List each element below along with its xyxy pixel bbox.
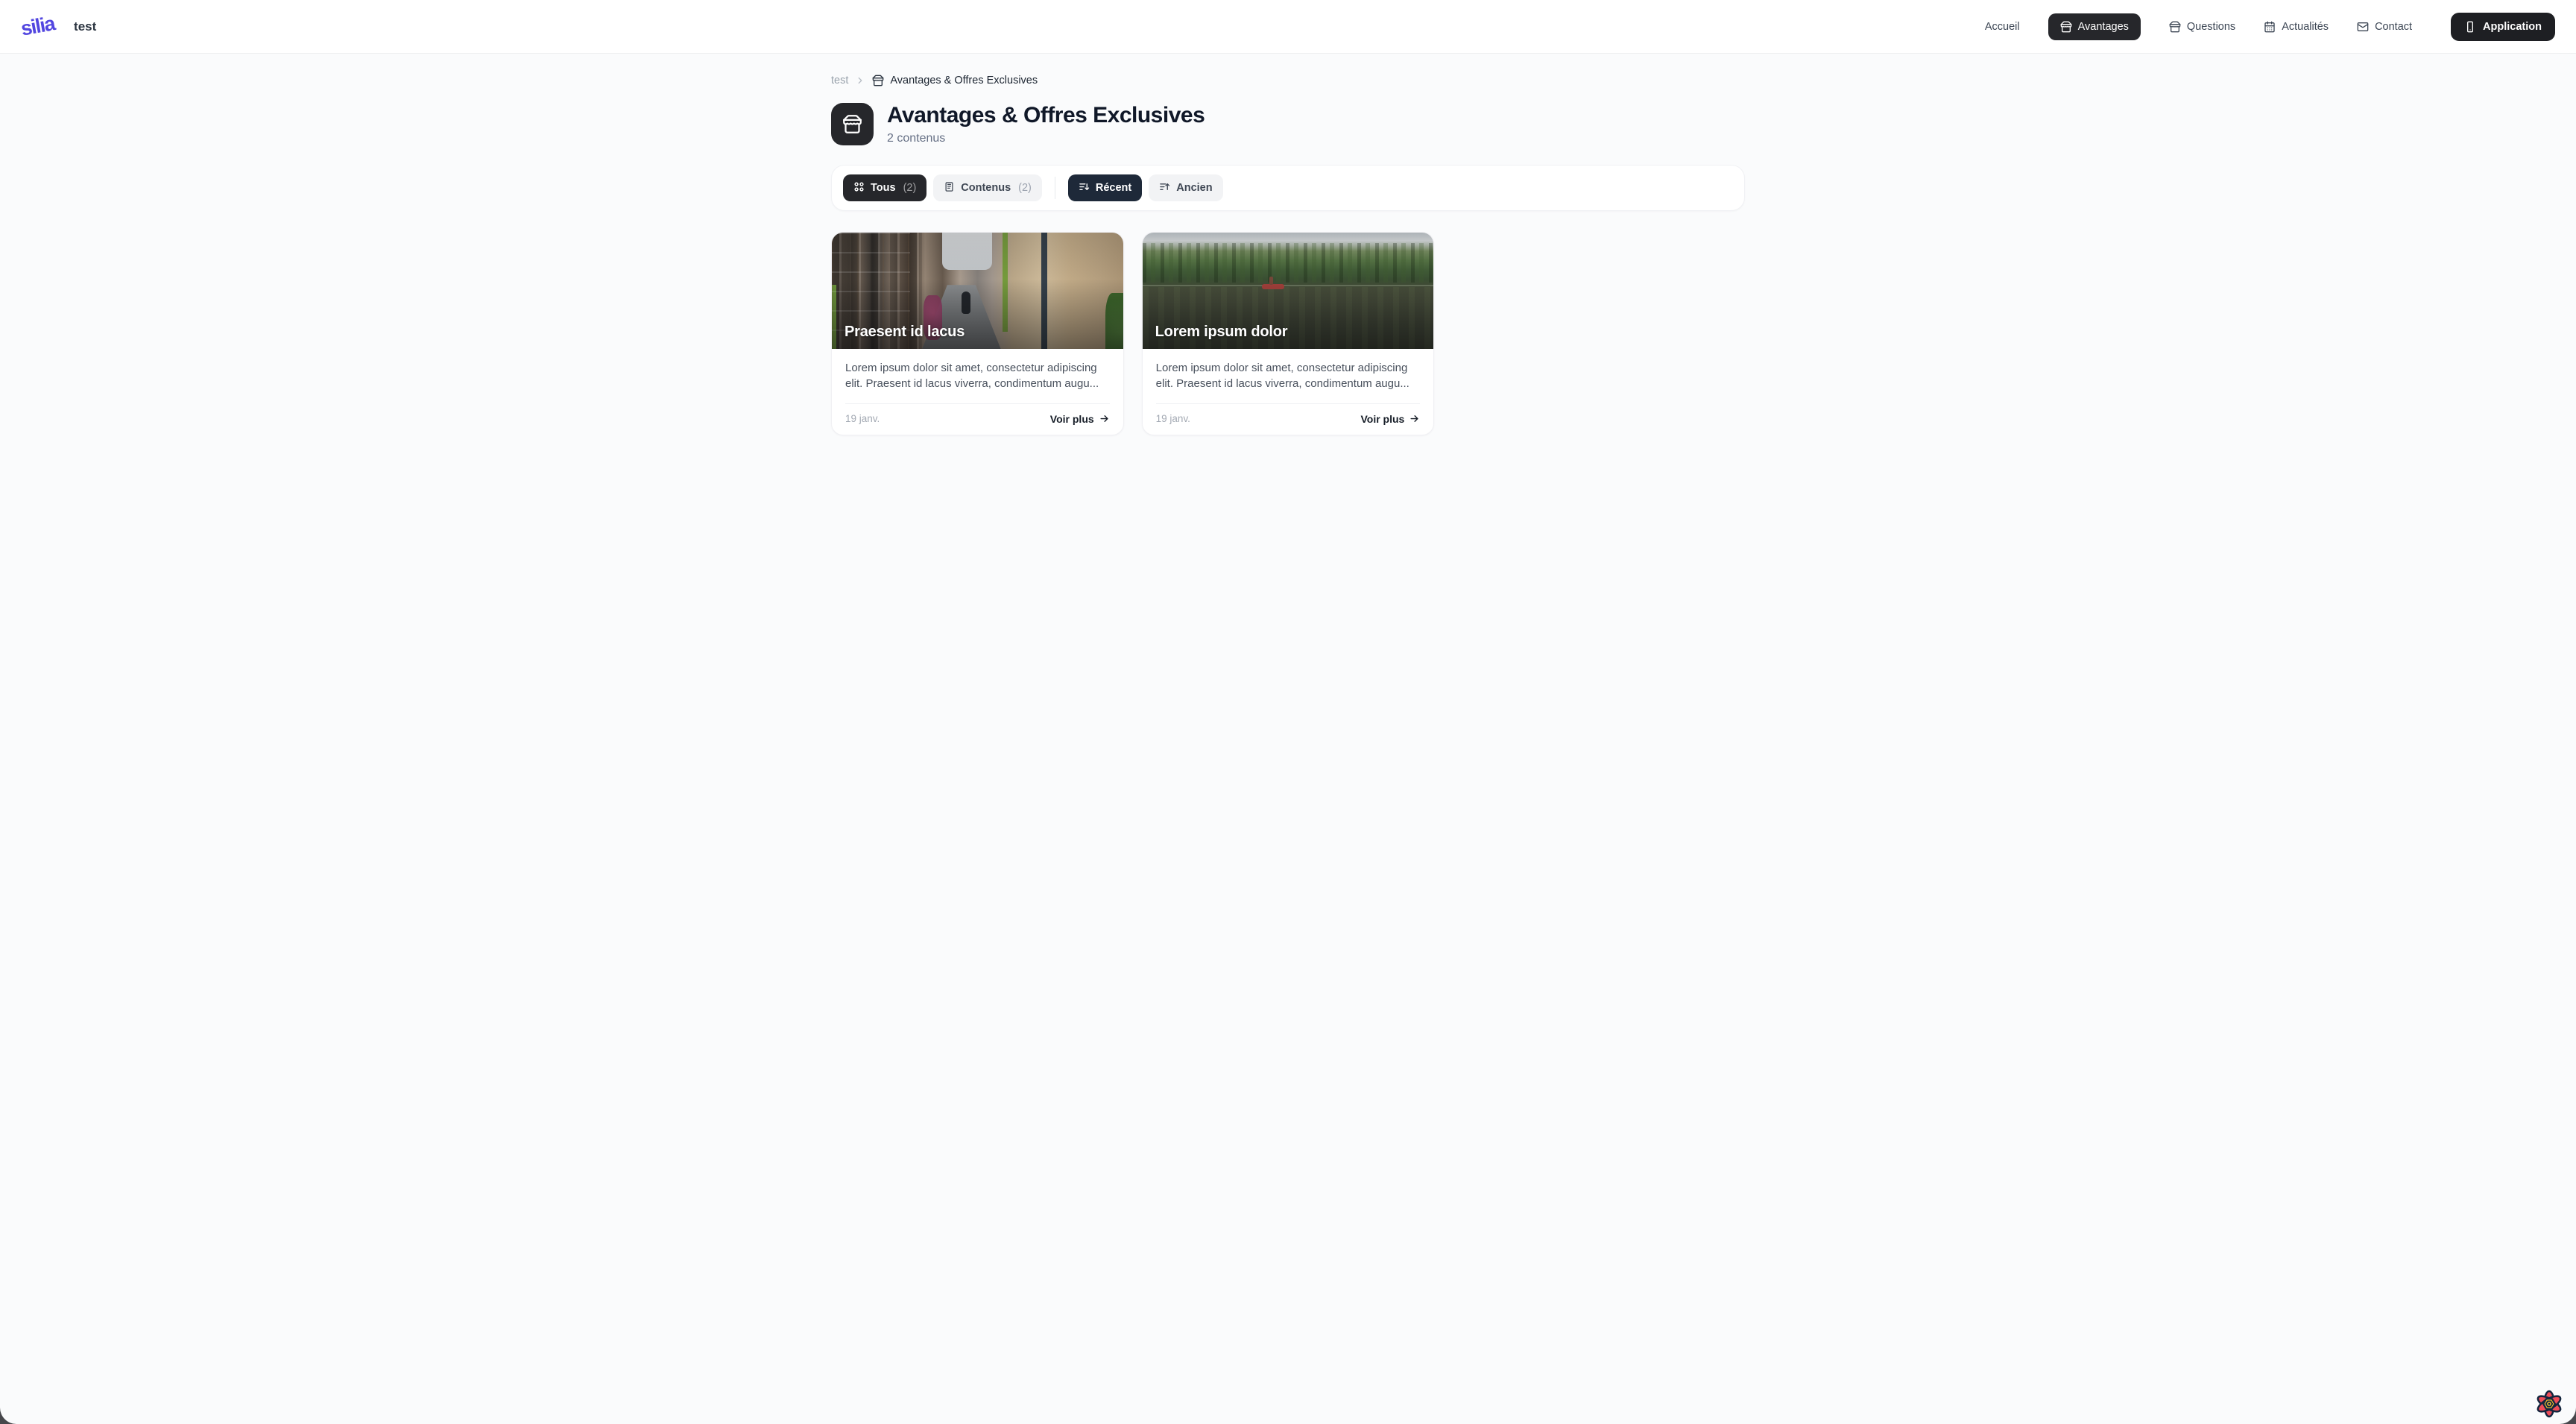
page-header: Avantages & Offres Exclusives 2 contenus xyxy=(831,103,1745,145)
sort-button-ancien[interactable]: Ancien xyxy=(1149,174,1222,201)
nav-item-contact[interactable]: Contact xyxy=(2357,21,2412,33)
filter-bar: Tous (2) Contenus (2) Récent xyxy=(831,165,1745,211)
filter-tab-label: Tous xyxy=(871,182,896,194)
card-image-swamp-scene: Lorem ipsum dolor xyxy=(1143,233,1434,349)
voir-plus-label: Voir plus xyxy=(1360,413,1404,425)
storefront-icon xyxy=(2060,21,2072,33)
nav-item-actualites[interactable]: Actualités xyxy=(2264,21,2329,33)
storefront-icon xyxy=(842,114,862,134)
card-title: Lorem ipsum dolor xyxy=(1155,324,1288,341)
sort-asc-icon xyxy=(1159,181,1170,195)
card-body: Lorem ipsum dolor sit amet, consectetur … xyxy=(1143,349,1434,435)
card-footer: 19 janv. Voir plus xyxy=(1156,404,1421,425)
content-card-lorem-ipsum-dolor[interactable]: Lorem ipsum dolor Lorem ipsum dolor sit … xyxy=(1142,232,1435,435)
card-date: 19 janv. xyxy=(845,413,880,424)
content-card-praesent-id-lacus[interactable]: Praesent id lacus Lorem ipsum dolor sit … xyxy=(831,232,1124,435)
grid-dots-icon xyxy=(853,181,865,195)
nav-item-accueil[interactable]: Accueil xyxy=(1985,21,2020,33)
sort-button-label: Ancien xyxy=(1176,182,1212,194)
arrow-right-icon xyxy=(1099,413,1110,424)
card-excerpt: Lorem ipsum dolor sit amet, consectetur … xyxy=(1156,360,1421,392)
card-date: 19 janv. xyxy=(1156,413,1190,424)
sort-button-recent[interactable]: Récent xyxy=(1068,174,1142,201)
nav-item-avantages[interactable]: Avantages xyxy=(2048,13,2141,40)
card-body: Lorem ipsum dolor sit amet, consectetur … xyxy=(832,349,1123,435)
storefront-icon xyxy=(872,75,884,86)
brand: silia test xyxy=(21,15,96,38)
page-title: Avantages & Offres Exclusives xyxy=(887,103,1205,128)
card-footer: 19 janv. Voir plus xyxy=(845,404,1110,425)
filter-tab-count: (2) xyxy=(903,182,917,194)
page-subtitle: 2 contenus xyxy=(887,132,1205,145)
nav-item-label: Contact xyxy=(2375,21,2412,33)
application-button-label: Application xyxy=(2483,21,2542,33)
nav-item-label: Actualités xyxy=(2282,21,2329,33)
storefront-icon xyxy=(2169,21,2181,33)
atom-flower-icon xyxy=(2532,1387,2566,1421)
voir-plus-label: Voir plus xyxy=(1050,413,1094,425)
page-header-text: Avantages & Offres Exclusives 2 contenus xyxy=(887,103,1205,145)
filter-tab-contenus[interactable]: Contenus (2) xyxy=(933,174,1042,201)
breadcrumb-current-label: Avantages & Offres Exclusives xyxy=(890,75,1038,86)
site-name: test xyxy=(74,19,96,34)
nav-item-label: Questions xyxy=(2187,21,2235,33)
application-button[interactable]: Application xyxy=(2451,13,2555,41)
filter-tab-label: Contenus xyxy=(961,182,1011,194)
nav-item-label: Accueil xyxy=(1985,21,2020,33)
silia-logo[interactable]: silia xyxy=(19,12,57,40)
document-icon xyxy=(944,181,955,195)
content-card-grid: Praesent id lacus Lorem ipsum dolor sit … xyxy=(831,232,1745,435)
card-title: Praesent id lacus xyxy=(845,324,965,341)
mail-icon xyxy=(2357,21,2369,33)
arrow-right-icon xyxy=(1409,413,1420,424)
card-image-street-scene: Praesent id lacus xyxy=(832,233,1123,349)
card-excerpt: Lorem ipsum dolor sit amet, consectetur … xyxy=(845,360,1110,392)
filter-tab-tous[interactable]: Tous (2) xyxy=(843,174,926,201)
calendar-icon xyxy=(2264,21,2276,33)
page-icon-tile xyxy=(831,103,874,145)
nav-item-questions[interactable]: Questions xyxy=(2169,21,2235,33)
sort-desc-icon xyxy=(1079,181,1090,195)
chevron-right-icon xyxy=(855,75,865,86)
app-viewport: silia test Accueil Avantages Questions xyxy=(0,0,2576,1424)
nav-item-label: Avantages xyxy=(2078,21,2129,33)
breadcrumb: test Avantages & Offres Exclusives xyxy=(831,75,1745,86)
breadcrumb-current: Avantages & Offres Exclusives xyxy=(872,75,1038,86)
smartphone-icon xyxy=(2464,21,2476,33)
voir-plus-link[interactable]: Voir plus xyxy=(1050,413,1110,425)
main-content: test Avantages & Offres Exclusives Avant… xyxy=(831,75,1745,435)
breadcrumb-root-link[interactable]: test xyxy=(831,75,848,86)
top-navbar: silia test Accueil Avantages Questions xyxy=(0,0,2576,54)
tanstack-devtools-button[interactable] xyxy=(2532,1387,2566,1421)
filter-tab-count: (2) xyxy=(1018,182,1032,194)
sort-button-label: Récent xyxy=(1096,182,1131,194)
voir-plus-link[interactable]: Voir plus xyxy=(1360,413,1420,425)
main-nav: Accueil Avantages Questions Actualités xyxy=(1985,13,2555,41)
